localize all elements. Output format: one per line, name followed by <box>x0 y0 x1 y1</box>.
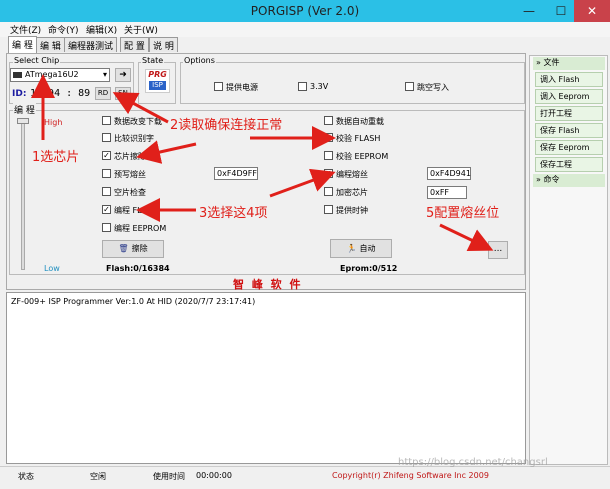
arrow-step3-to-erase <box>136 140 197 164</box>
arrow-step5-to-fuse-config <box>439 223 494 252</box>
arrow-step3-to-program-fuse <box>269 168 336 198</box>
arrow-step2-to-read <box>112 92 169 124</box>
annotation-arrows <box>31 74 494 252</box>
